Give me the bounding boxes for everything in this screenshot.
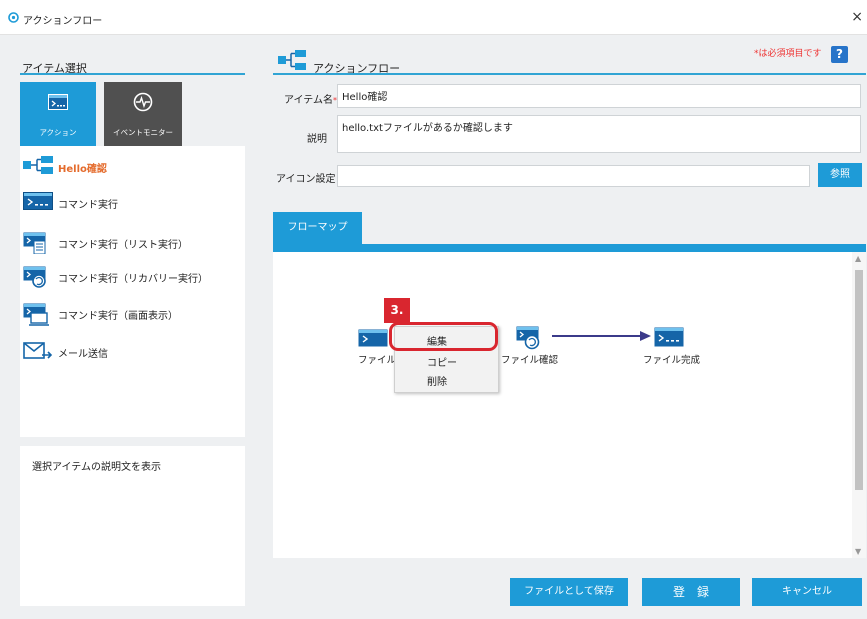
list-item-label: コマンド実行（画面表示） (58, 311, 178, 322)
command-icon (23, 192, 53, 210)
browse-button[interactable]: 参照 (818, 163, 862, 187)
command-list-icon (23, 232, 46, 254)
step-badge: 3. (384, 298, 410, 323)
item-list: Hello確認 コマンド実行 コマンド実行（リスト実行） コマンド実行（リカバリ… (20, 146, 245, 437)
tab-event-monitor-label: イベントモニター (113, 128, 173, 137)
heading-divider (273, 73, 866, 75)
item-description-box: 選択アイテムの説明文を表示 (20, 446, 245, 606)
command-icon[interactable] (654, 327, 684, 347)
save-as-file-button[interactable]: ファイルとして保存 (510, 578, 628, 606)
app-icon (8, 12, 19, 23)
window-title: アクションフロー (23, 16, 103, 27)
tab-action[interactable]: アクション (20, 82, 96, 146)
menu-item-label: コピー (427, 358, 457, 369)
close-icon[interactable]: × (851, 9, 863, 25)
mail-icon (23, 342, 53, 359)
command-recovery-icon[interactable] (516, 326, 544, 350)
flow-node-label: ファイル完成 (643, 355, 701, 366)
flow-icon (278, 50, 306, 70)
title-bar: アクションフロー × (0, 0, 867, 35)
command-recovery-icon (23, 266, 46, 288)
flow-map-canvas[interactable] (273, 252, 866, 558)
description-field[interactable]: hello.txtファイルがあるか確認します (337, 115, 861, 153)
list-item-label: コマンド実行 (58, 200, 118, 211)
item-name-label: アイテム名* (284, 91, 337, 106)
tab-event-monitor[interactable]: イベントモニター (104, 82, 182, 146)
help-icon[interactable]: ? (831, 46, 848, 63)
list-item-label: コマンド実行（リカバリー実行） (58, 274, 208, 285)
cancel-button[interactable]: キャンセル (752, 578, 862, 606)
list-item-mail[interactable]: メール送信 (20, 335, 245, 365)
flow-map-scrollbar[interactable]: ▲ ▼ (852, 252, 866, 558)
list-item-label: メール送信 (58, 349, 108, 360)
command-icon[interactable] (358, 329, 388, 347)
list-item-label: コマンド実行（リスト実行） (58, 240, 188, 251)
icon-setting-field[interactable] (337, 165, 810, 187)
menu-item-delete[interactable]: 削除 (395, 369, 498, 389)
flow-icon (23, 156, 53, 174)
icon-setting-label: アイコン設定 (276, 174, 336, 185)
menu-item-label: 削除 (427, 377, 447, 388)
command-icon (48, 94, 68, 110)
highlight-frame (389, 322, 498, 351)
tab-underline (273, 244, 866, 252)
action-flow-window: アクションフロー × アイテム選択 アクション イベントモニター Hello確認… (0, 0, 867, 619)
list-item-command[interactable]: コマンド実行 (20, 186, 245, 216)
list-item-command-recovery[interactable]: コマンド実行（リカバリー実行） (20, 260, 245, 290)
menu-item-copy[interactable]: コピー (395, 350, 498, 370)
heading-divider (20, 73, 245, 75)
flow-arrow-icon (552, 331, 651, 341)
item-name-label-text: アイテム名 (284, 95, 333, 106)
scroll-up-icon[interactable]: ▲ (855, 254, 861, 263)
required-note: *は必須項目です (754, 49, 822, 59)
description-label: 説明 (307, 134, 327, 145)
scroll-down-icon[interactable]: ▼ (855, 547, 861, 556)
list-item-label: Hello確認 (58, 164, 107, 175)
item-name-field[interactable]: Hello確認 (337, 84, 861, 108)
list-item-command-list[interactable]: コマンド実行（リスト実行） (20, 226, 245, 256)
register-button[interactable]: 登 録 (642, 578, 740, 606)
monitor-icon (133, 92, 153, 112)
command-screen-icon (23, 303, 49, 326)
item-description-text: 選択アイテムの説明文を表示 (32, 462, 161, 473)
list-item-command-screen[interactable]: コマンド実行（画面表示） (20, 297, 245, 327)
scroll-thumb[interactable] (855, 270, 863, 490)
tab-flow-map[interactable]: フローマップ (273, 212, 362, 244)
tab-action-label: アクション (39, 128, 77, 137)
item-type-tabs: アクション イベントモニター (20, 82, 247, 146)
list-item-hello[interactable]: Hello確認 (20, 150, 245, 180)
flow-node-label: ファイル確認 (501, 355, 559, 366)
